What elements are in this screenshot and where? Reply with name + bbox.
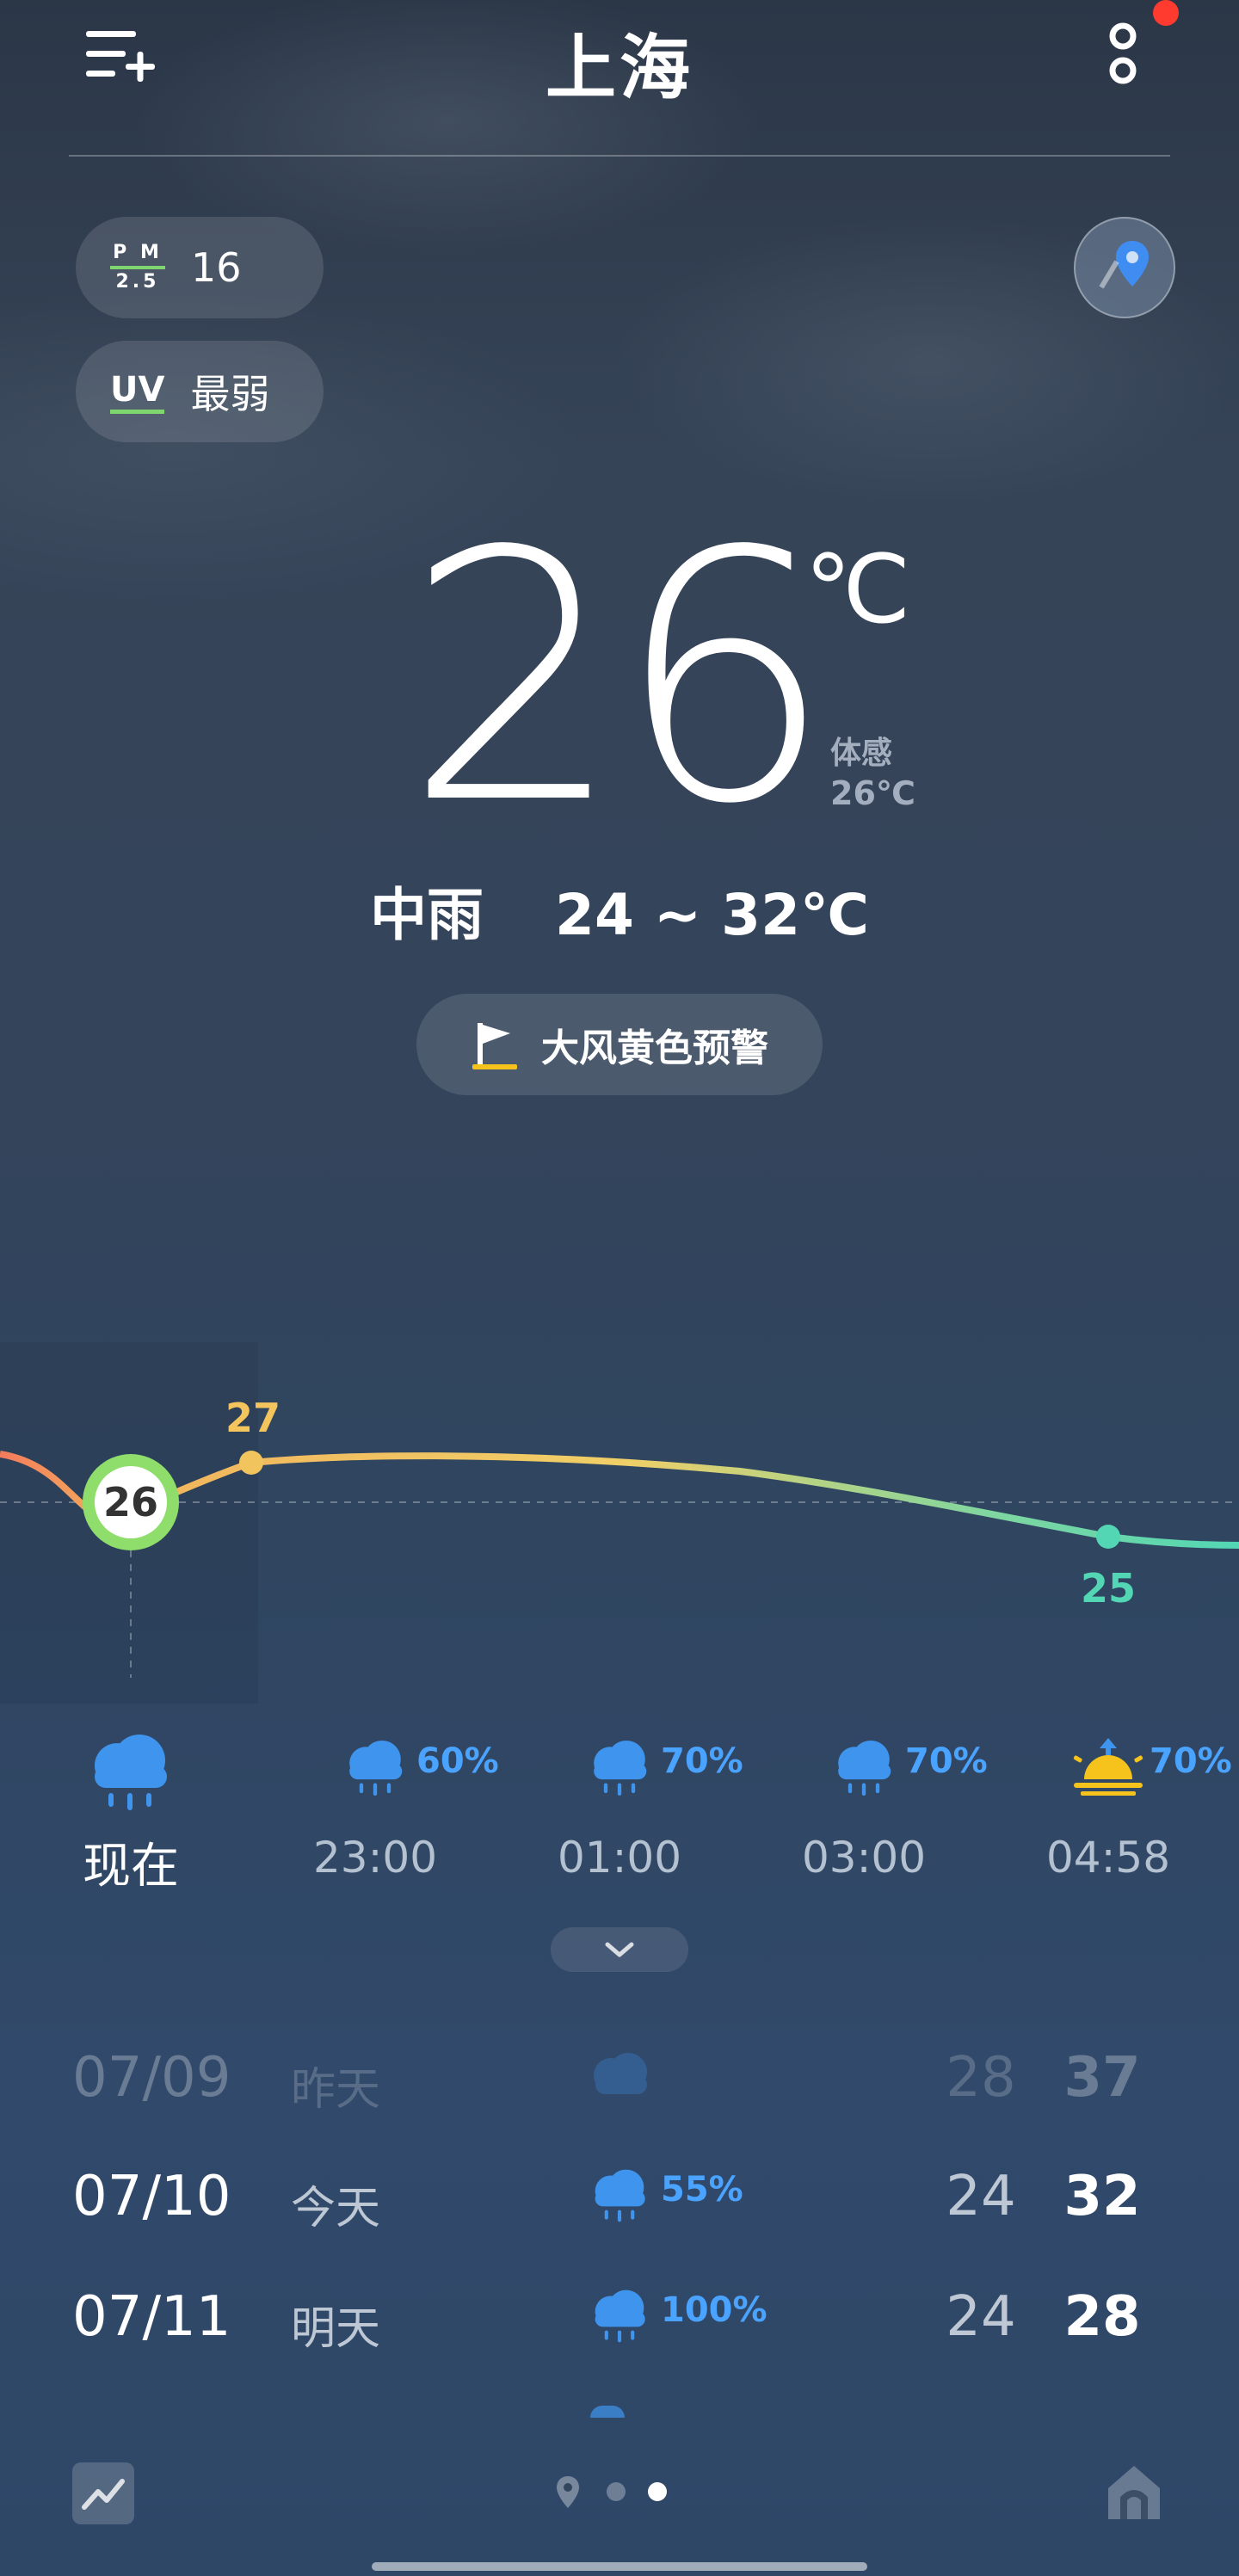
- notification-dot: [1153, 0, 1179, 26]
- day-weather-icon: [587, 2163, 652, 2232]
- home-shortcut-button[interactable]: [1101, 2459, 1167, 2524]
- page-dot-inactive: [607, 2482, 626, 2501]
- day-weather-icon: [587, 2283, 652, 2352]
- hour-0300-icon: [829, 1734, 898, 1806]
- day-name: 今天: [291, 2183, 381, 2234]
- day-name: 明天: [291, 2303, 381, 2355]
- pm-label-top: P M: [113, 242, 163, 263]
- gesture-home-bar[interactable]: [372, 2562, 867, 2571]
- hour-0100-precip: 70%: [661, 1741, 743, 1781]
- day-low-temp: 24: [946, 2285, 1016, 2349]
- day-date: 07/09: [72, 2046, 231, 2110]
- daily-row-today[interactable]: 07/10 今天 55% 24 32: [0, 2165, 1239, 2268]
- weather-alert-pill[interactable]: 大风黄色预警: [416, 994, 823, 1095]
- day-weather-icon: [587, 2049, 652, 2105]
- low-temp-label: 25: [1081, 1565, 1136, 1612]
- location-indicator-icon: [557, 2476, 579, 2508]
- high-temp-label: 27: [225, 1395, 280, 1441]
- daily-row-yesterday[interactable]: 07/09 昨天 28 37: [0, 2046, 1239, 2149]
- day-high-temp: 37: [1063, 2046, 1141, 2110]
- hour-0458-icon: [1072, 1736, 1144, 1800]
- now-temp-label: 26: [103, 1479, 158, 1525]
- hour-now-label: 现在: [83, 1839, 179, 1895]
- daily-row-tomorrow[interactable]: 07/11 明天 100% 24 28: [0, 2285, 1239, 2388]
- more-icon: [1109, 22, 1137, 84]
- rain-cloud-icon: [349, 1741, 403, 1796]
- expand-hourly-button[interactable]: [551, 1927, 688, 1972]
- hour-0100-icon: [585, 1734, 654, 1806]
- hour-0300-precip: 70%: [905, 1741, 988, 1781]
- hour-now-icon: [83, 1729, 177, 1819]
- current-temperature: 26: [404, 479, 834, 879]
- day-high-temp: 28: [1063, 2285, 1141, 2349]
- temperature-unit: ℃: [804, 534, 911, 644]
- next-row-icon-peek: [590, 2406, 625, 2418]
- pm-label-bottom: 2.5: [115, 271, 160, 293]
- rain-cloud-icon: [95, 1735, 167, 1810]
- chevron-down-icon: [605, 1942, 634, 1957]
- day-date: 07/11: [72, 2285, 231, 2349]
- uv-pill[interactable]: UV 最弱: [76, 341, 324, 442]
- hour-0458-time: 04:58: [1045, 1833, 1171, 1883]
- pm25-icon: P M 2.5: [110, 242, 165, 293]
- hour-2300-icon: [341, 1734, 410, 1806]
- trend-chart-icon: [82, 2479, 125, 2510]
- day-high-temp: 32: [1063, 2165, 1141, 2228]
- day-precip: 100%: [661, 2290, 767, 2330]
- map-pin-icon: [1099, 241, 1149, 289]
- hour-0100-time: 01:00: [557, 1833, 682, 1883]
- day-date: 07/10: [72, 2165, 231, 2228]
- cloud-icon: [594, 2053, 647, 2094]
- low-point: [1096, 1525, 1120, 1549]
- home-icon: [1108, 2466, 1160, 2519]
- day-low-temp: 28: [946, 2046, 1016, 2110]
- more-options-button[interactable]: [1093, 17, 1153, 95]
- day-name: 昨天: [291, 2064, 381, 2116]
- hour-0300-time: 03:00: [801, 1833, 927, 1883]
- header-divider: [69, 155, 1170, 157]
- day-low-temp: 24: [946, 2165, 1016, 2228]
- alert-text: 大风黄色预警: [541, 1026, 768, 1070]
- feels-like-value: 26℃: [830, 774, 915, 812]
- pm25-value: 16: [191, 244, 242, 291]
- trend-chart-button[interactable]: [72, 2462, 134, 2524]
- page-indicator[interactable]: [551, 2468, 688, 2519]
- hour-2300-precip: 60%: [416, 1741, 499, 1781]
- rain-cloud-icon: [595, 2289, 645, 2343]
- hour-0458-precip: 70%: [1150, 1741, 1232, 1781]
- uv-value: 最弱: [190, 371, 270, 417]
- condition-text: 中雨: [370, 882, 484, 948]
- hour-2300-time: 23:00: [312, 1833, 438, 1883]
- temperature-range: 24 ~ 32℃: [555, 882, 869, 948]
- uv-label: UV: [110, 370, 165, 414]
- city-title: 上海: [545, 28, 693, 109]
- high-point: [239, 1451, 263, 1475]
- sunrise-icon: [1073, 1738, 1143, 1796]
- rain-cloud-icon: [594, 1741, 647, 1796]
- condition-line: 中雨 24 ~ 32℃: [0, 869, 1239, 952]
- rain-cloud-icon: [838, 1741, 891, 1796]
- feels-like-label: 体感: [830, 736, 893, 771]
- location-map-button[interactable]: [1074, 217, 1175, 318]
- page-dot-active: [648, 2482, 667, 2501]
- pm25-pill[interactable]: P M 2.5 16: [76, 217, 324, 318]
- hourly-temperature-chart: 26 27 25: [0, 1342, 1239, 1704]
- warning-flag-icon: [472, 1023, 517, 1069]
- day-precip: 55%: [661, 2170, 743, 2209]
- rain-cloud-icon: [595, 2169, 645, 2222]
